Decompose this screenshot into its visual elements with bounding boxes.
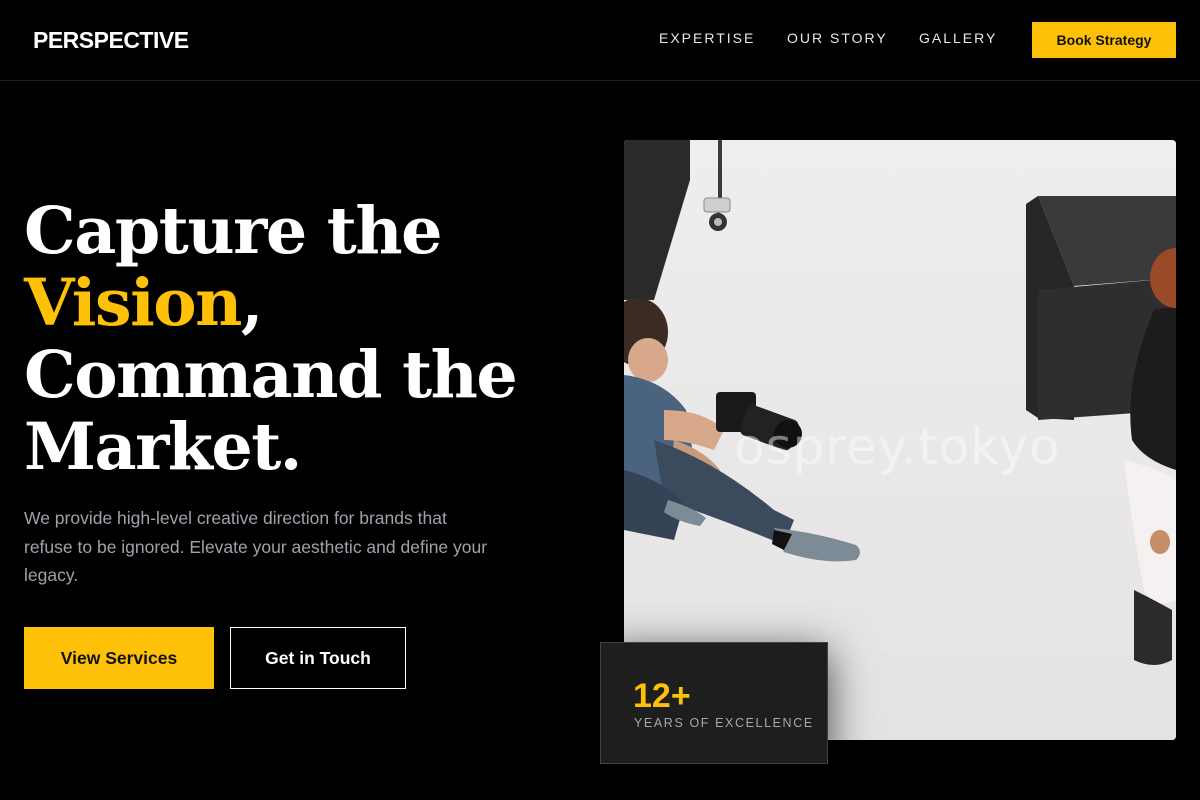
view-services-button[interactable]: View Services bbox=[24, 627, 214, 689]
nav-link-expertise[interactable]: EXPERTISE bbox=[659, 30, 755, 46]
hero-headline: Capture the Vision, Command the Market. bbox=[24, 195, 584, 483]
hero-subtext: We provide high-level creative direction… bbox=[24, 508, 488, 585]
headline-line-3: Command the bbox=[24, 337, 518, 413]
brand-logo[interactable]: PERSPECTIVE bbox=[33, 27, 189, 54]
get-in-touch-button[interactable]: Get in Touch bbox=[230, 627, 406, 689]
photo-watermark: osprey.tokyo bbox=[734, 418, 1061, 476]
headline-line-1: Capture the bbox=[24, 193, 442, 269]
nav-link-our-story[interactable]: OUR STORY bbox=[787, 30, 888, 46]
top-navigation: PERSPECTIVE EXPERTISE OUR STORY GALLERY … bbox=[0, 0, 1200, 81]
experience-stat-card: 12+ YEARS OF EXCELLENCE bbox=[600, 642, 828, 764]
book-strategy-button[interactable]: Book Strategy bbox=[1032, 22, 1176, 58]
stat-label: YEARS OF EXCELLENCE bbox=[634, 716, 814, 730]
headline-accent-word: Vision bbox=[24, 265, 242, 341]
nav-link-gallery[interactable]: GALLERY bbox=[919, 30, 997, 46]
headline-line-4: Market. bbox=[24, 409, 302, 485]
headline-comma: , bbox=[240, 265, 264, 341]
stat-value: 12+ bbox=[633, 677, 691, 715]
